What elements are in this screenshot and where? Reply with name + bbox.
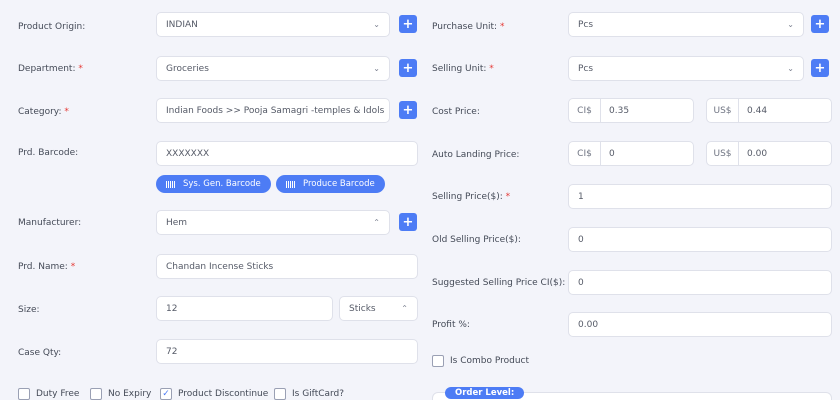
purchase-unit-value: Pcs [578,19,594,30]
old-selling-price-label: Old Selling Price($): [432,235,521,245]
profit-input[interactable]: 0.00 [568,312,832,337]
check-icon: ✓ [160,388,172,400]
purchase-unit-label: Purchase Unit: * [432,22,505,32]
selling-unit-label: Selling Unit: * [432,64,494,74]
product-origin-label: Product Origin: [18,22,86,32]
barcode-icon [286,180,296,188]
profit-value: 0.00 [578,319,599,330]
barcode-icon [166,180,176,188]
product-origin-select[interactable]: INDIAN ⌄ [156,12,390,37]
add-purchase-unit-button[interactable]: + [811,15,829,33]
chevron-down-icon: ⌄ [373,20,380,29]
barcode-value: XXXXXXX [166,148,210,159]
manufacturer-select[interactable]: Hem ⌃ [156,210,390,235]
cost-price-usd-input[interactable]: US$ 0.44 [706,98,832,123]
is-combo-product-checkbox[interactable]: Is Combo Product [432,355,529,367]
add-manufacturer-button[interactable]: + [399,213,417,231]
auto-landing-usd-input[interactable]: US$ 0.00 [706,141,832,166]
selling-price-value: 1 [578,191,584,202]
selling-unit-select[interactable]: Pcs ⌄ [568,56,804,81]
cost-price-cad-value: 0.35 [609,105,630,116]
barcode-label: Prd. Barcode: [18,148,79,158]
add-category-button[interactable]: + [399,101,417,119]
chevron-down-icon: ⌄ [787,20,794,29]
chevron-up-icon: ⌃ [373,218,380,227]
auto-landing-cad-value: 0 [609,148,615,159]
auto-landing-price-label: Auto Landing Price: [432,150,520,160]
no-expiry-checkbox[interactable]: No Expiry [90,388,151,400]
chevron-down-icon: ⌄ [373,64,380,73]
order-level-label: Order Level: [445,387,525,399]
add-selling-unit-button[interactable]: + [811,59,829,77]
manufacturer-value: Hem [166,217,188,228]
is-combo-product-label: Is Combo Product [450,356,530,366]
purchase-unit-select[interactable]: Pcs ⌄ [568,12,804,37]
product-discontinue-label: Product Discontinue [178,389,269,399]
cost-price-label: Cost Price: [432,107,480,117]
old-selling-price-value: 0 [578,234,584,245]
duty-free-label: Duty Free [36,389,80,399]
checkbox-box [432,355,444,367]
prd-name-input[interactable]: Chandan Incense Sticks [156,254,418,279]
product-origin-value: INDIAN [166,19,198,30]
selling-unit-value: Pcs [578,63,594,74]
add-department-button[interactable]: + [399,59,417,77]
chevron-down-icon: ⌄ [787,64,794,73]
chevron-up-icon: ⌃ [401,304,408,313]
produce-barcode-button[interactable]: Produce Barcode [276,175,385,193]
prd-name-label: Prd. Name: * [18,262,76,272]
checkbox-box [274,388,286,400]
cost-price-usd-value: 0.44 [747,105,768,116]
barcode-input[interactable]: XXXXXXX [156,141,418,166]
auto-landing-cad-input[interactable]: CI$ 0 [568,141,694,166]
size-unit-select[interactable]: Sticks ⌃ [339,296,418,321]
suggested-selling-price-value: 0 [578,277,584,288]
category-select[interactable]: Indian Foods >> Pooja Samagri -temples &… [156,98,390,123]
category-label: Category: * [18,107,69,117]
duty-free-checkbox[interactable]: Duty Free [18,388,79,400]
selling-price-label: Selling Price($): * [432,192,511,202]
usd-prefix: US$ [707,142,739,165]
selling-price-input[interactable]: 1 [568,184,832,209]
cad-prefix: CI$ [569,99,601,122]
size-value: 12 [166,303,178,314]
case-qty-input[interactable]: 72 [156,339,418,364]
profit-label: Profit %: [432,320,470,330]
is-giftcard-checkbox[interactable]: Is GiftCard? [274,388,344,400]
sys-gen-barcode-label: Sys. Gen. Barcode [183,179,261,189]
category-value: Indian Foods >> Pooja Samagri -temples &… [166,105,385,116]
department-value: Groceries [166,63,209,74]
prd-name-value: Chandan Incense Sticks [166,261,274,272]
size-label: Size: [18,305,40,315]
department-label: Department: * [18,64,83,74]
is-giftcard-label: Is GiftCard? [292,389,345,399]
case-qty-value: 72 [166,346,178,357]
no-expiry-label: No Expiry [108,389,152,399]
size-unit-value: Sticks [349,303,376,314]
checkbox-box [90,388,102,400]
manufacturer-label: Manufacturer: [18,218,82,228]
add-product-origin-button[interactable]: + [399,15,417,33]
suggested-selling-price-input[interactable]: 0 [568,270,832,295]
suggested-selling-price-label: Suggested Selling Price CI($): [432,278,566,288]
case-qty-label: Case Qty: [18,348,62,358]
size-input[interactable]: 12 [156,296,333,321]
product-discontinue-checkbox[interactable]: ✓ Product Discontinue [160,388,268,400]
department-select[interactable]: Groceries ⌄ [156,56,390,81]
old-selling-price-input[interactable]: 0 [568,227,832,252]
checkbox-box [18,388,30,400]
produce-barcode-label: Produce Barcode [303,179,375,189]
order-level-section: Order Level: [432,387,832,400]
cost-price-cad-input[interactable]: CI$ 0.35 [568,98,694,123]
usd-prefix: US$ [707,99,739,122]
cad-prefix: CI$ [569,142,601,165]
sys-gen-barcode-button[interactable]: Sys. Gen. Barcode [156,175,271,193]
auto-landing-usd-value: 0.00 [747,148,768,159]
